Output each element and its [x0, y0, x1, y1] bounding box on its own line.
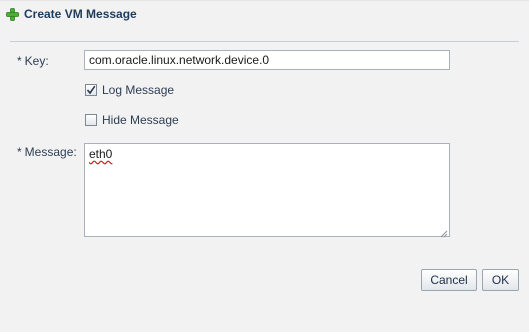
- hide-message-checkbox[interactable]: [85, 114, 97, 126]
- checkmark-icon: [86, 85, 96, 95]
- resize-grip-icon[interactable]: [440, 227, 448, 238]
- hide-message-label: Hide Message: [102, 113, 179, 127]
- log-message-label: Log Message: [102, 83, 175, 97]
- message-label: * Message:: [17, 145, 77, 159]
- key-label: * Key:: [17, 54, 49, 68]
- required-marker: *: [17, 54, 22, 68]
- create-vm-message-dialog: Create VM Message * Key: com.oracle.linux…: [0, 0, 529, 332]
- required-marker: *: [17, 145, 22, 159]
- log-message-checkbox[interactable]: [85, 84, 97, 96]
- message-textarea[interactable]: eth0: [84, 143, 450, 238]
- plus-icon: [6, 8, 19, 21]
- ok-button[interactable]: OK: [482, 269, 519, 291]
- message-value: eth0: [89, 147, 113, 161]
- key-input[interactable]: com.oracle.linux.network.device.0: [84, 50, 450, 70]
- key-label-text: Key:: [24, 54, 49, 68]
- title-divider: [10, 41, 519, 42]
- message-label-text: Message:: [24, 145, 77, 159]
- cancel-button[interactable]: Cancel: [421, 269, 477, 291]
- dialog-title-bar: Create VM Message: [0, 1, 529, 29]
- dialog-title: Create VM Message: [24, 7, 137, 21]
